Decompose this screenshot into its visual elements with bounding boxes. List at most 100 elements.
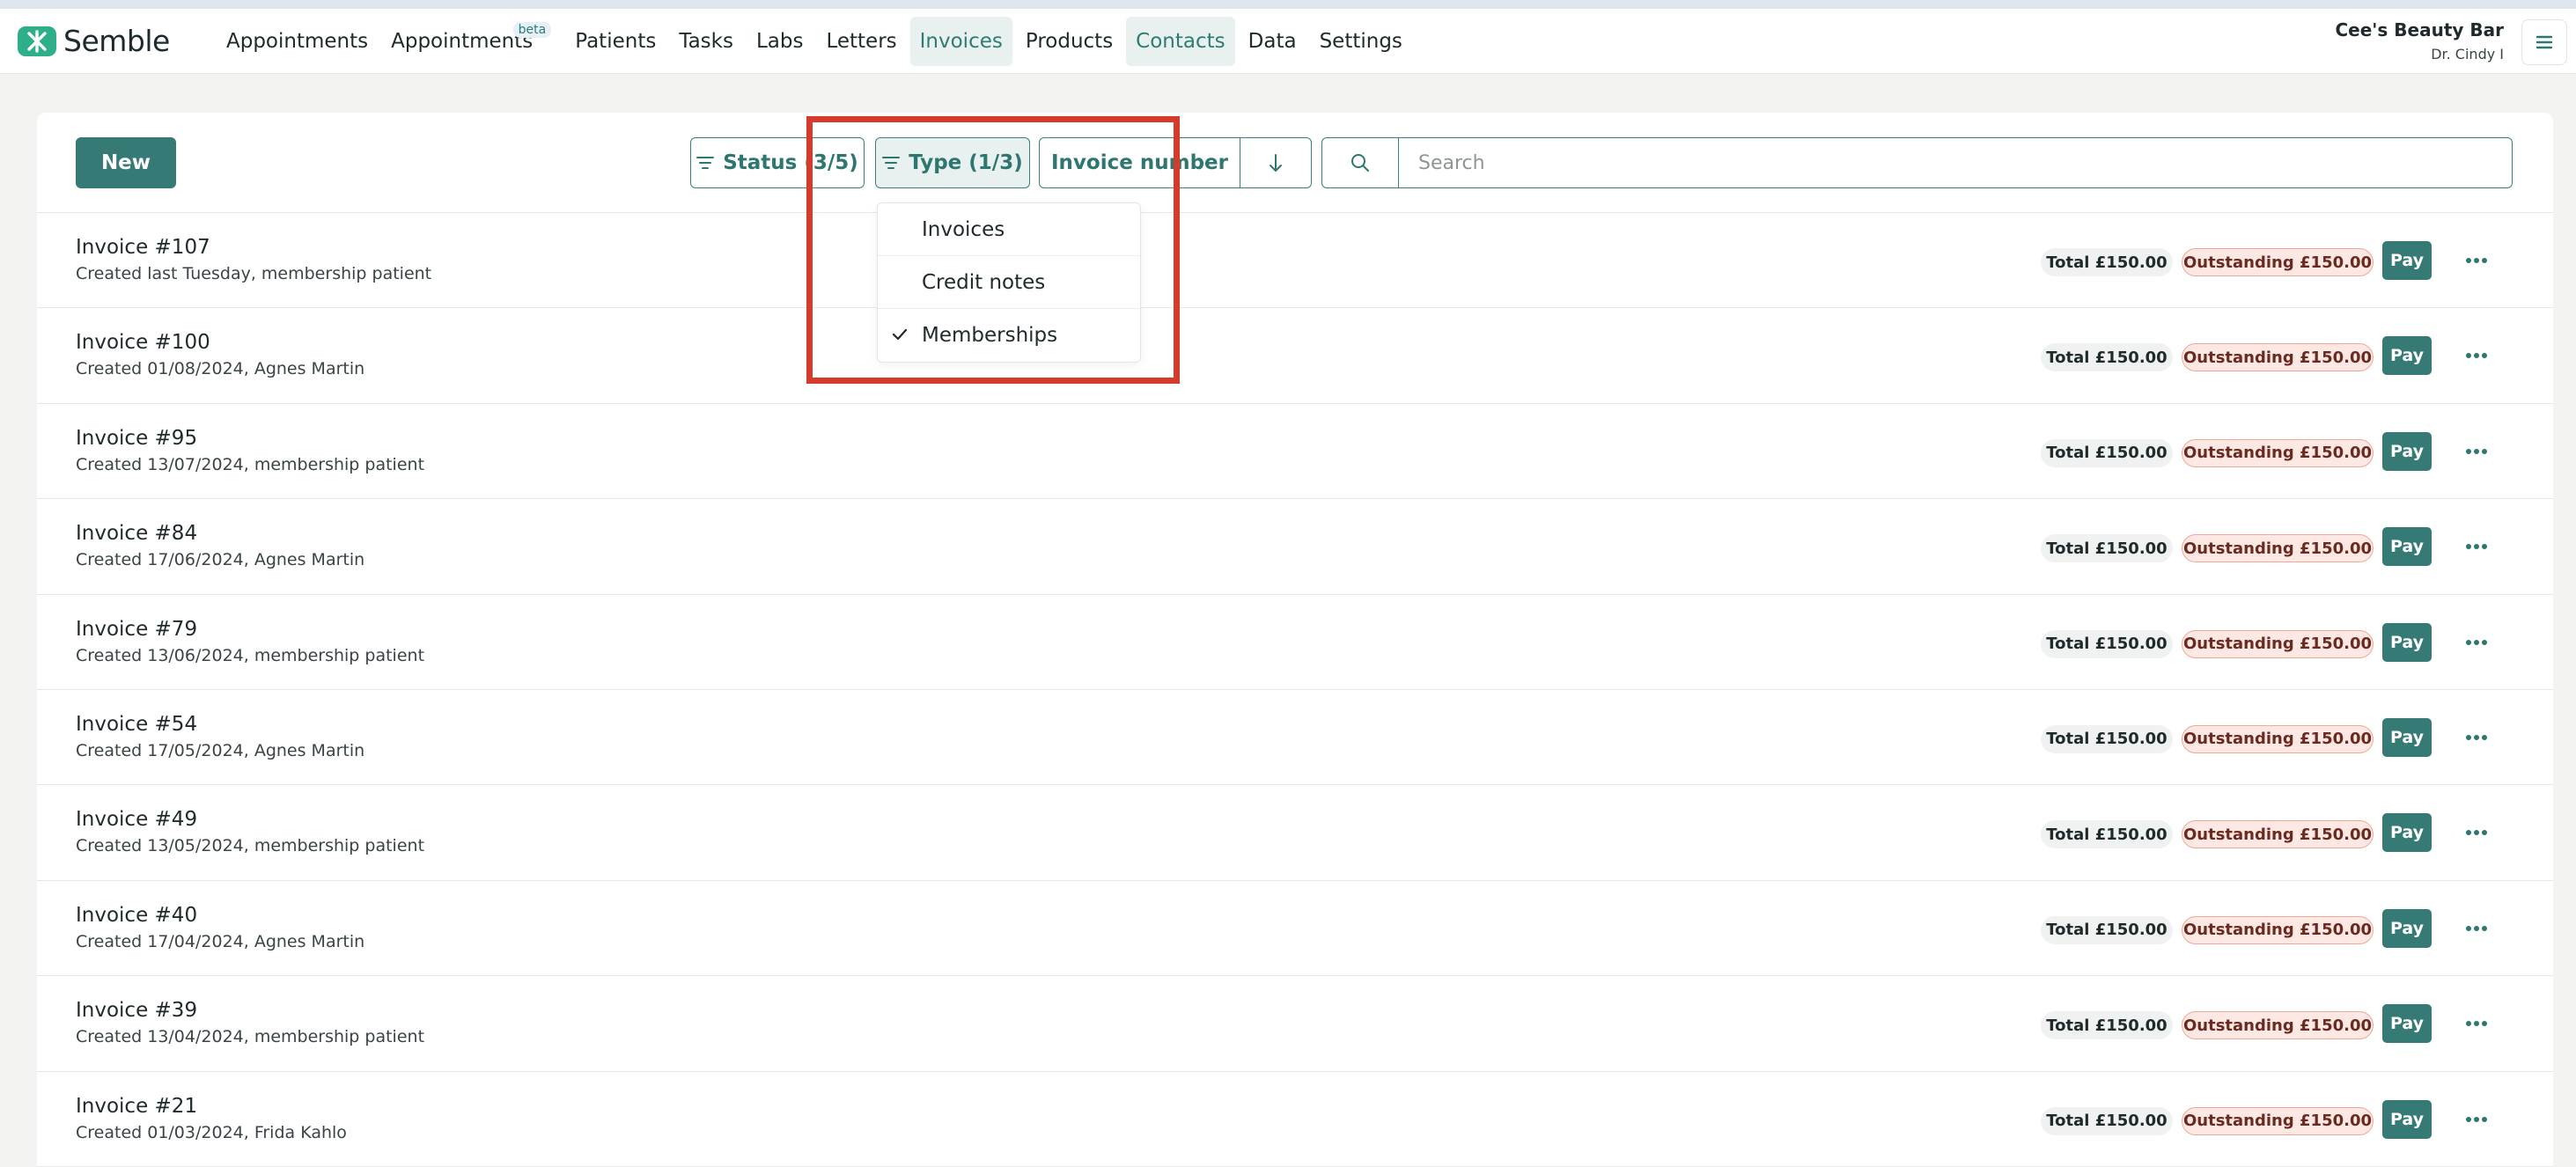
outstanding-badge: Outstanding £150.00 [2182, 1106, 2374, 1135]
search-icon [1351, 154, 1369, 172]
nav-item-letters[interactable]: Letters [816, 17, 906, 66]
nav-item-contacts[interactable]: Contacts [1126, 17, 1235, 66]
type-option-invoices[interactable]: Invoices [878, 203, 1140, 256]
search-input[interactable] [1398, 137, 2513, 188]
type-filter-button[interactable]: Type (1/3) [875, 137, 1030, 188]
more-actions-button[interactable] [2455, 241, 2499, 280]
invoice-row[interactable]: Invoice #79 Created 13/06/2024, membershi… [37, 595, 2553, 690]
invoice-title[interactable]: Invoice #100 [76, 331, 210, 354]
nav-item-settings[interactable]: Settings [1310, 17, 1412, 66]
nav-item-appointments[interactable]: Appointments [217, 17, 378, 66]
invoice-title[interactable]: Invoice #49 [76, 808, 197, 831]
top-navbar: Semble Appointments Appointments beta Patie… [0, 9, 2576, 74]
sort-direction-button[interactable] [1240, 138, 1311, 187]
invoice-subtitle: Created 13/07/2024, membership patient [76, 454, 425, 474]
account-info[interactable]: Cee's Beauty Bar Dr. Cindy I [2335, 19, 2504, 62]
more-actions-button[interactable] [2455, 1004, 2499, 1043]
outstanding-badge: Outstanding £150.00 [2182, 724, 2374, 753]
type-option-memberships[interactable]: Memberships [878, 309, 1140, 362]
nav-item-appointments-beta[interactable]: Appointments beta [381, 17, 552, 66]
sort-field-button[interactable]: Invoice number [1040, 138, 1240, 187]
invoice-row[interactable]: Invoice #100 Created 01/08/2024, Agnes Ma… [37, 308, 2553, 404]
nav-item-label: Data [1248, 30, 1297, 53]
search-button[interactable] [1321, 137, 1399, 188]
more-actions-button[interactable] [2455, 909, 2499, 948]
sort-control: Invoice number [1039, 137, 1312, 188]
account-business-name: Cee's Beauty Bar [2335, 19, 2504, 40]
pay-button[interactable]: Pay [2382, 1004, 2432, 1044]
invoice-row[interactable]: Invoice #84 Created 17/06/2024, Agnes Mar… [37, 499, 2553, 595]
ellipsis-icon [2466, 258, 2487, 263]
pay-button[interactable]: Pay [2382, 336, 2432, 376]
invoice-title[interactable]: Invoice #95 [76, 427, 197, 450]
ellipsis-icon [2466, 1021, 2487, 1027]
more-actions-button[interactable] [2455, 1100, 2499, 1139]
invoice-row[interactable]: Invoice #39 Created 13/04/2024, membershi… [37, 976, 2553, 1072]
status-filter-label: Status (3/5) [723, 151, 858, 174]
new-invoice-button[interactable]: New [76, 137, 176, 188]
invoice-subtitle: Created 17/06/2024, Agnes Martin [76, 550, 365, 570]
ellipsis-icon [2466, 830, 2487, 836]
nav-item-data[interactable]: Data [1239, 17, 1306, 66]
invoice-title[interactable]: Invoice #107 [76, 236, 210, 259]
invoice-row[interactable]: Invoice #54 Created 17/05/2024, Agnes Mar… [37, 690, 2553, 786]
invoice-row[interactable]: Invoice #40 Created 17/04/2024, Agnes Mar… [37, 881, 2553, 977]
nav-item-label: Products [1025, 30, 1114, 53]
invoice-title[interactable]: Invoice #21 [76, 1095, 197, 1118]
nav-item-label: Appointments [226, 30, 369, 53]
pay-button[interactable]: Pay [2382, 908, 2432, 948]
invoice-row[interactable]: Invoice #21 Created 01/03/2024, Frida Kah… [37, 1072, 2553, 1167]
total-badge: Total £150.00 [2041, 1011, 2173, 1040]
total-badge: Total £150.00 [2041, 820, 2173, 849]
invoice-title[interactable]: Invoice #39 [76, 999, 197, 1022]
nav-item-labs[interactable]: Labs [747, 17, 813, 66]
pay-button[interactable]: Pay [2382, 431, 2432, 471]
pay-button[interactable]: Pay [2382, 241, 2432, 280]
total-badge: Total £150.00 [2041, 534, 2173, 563]
invoice-title[interactable]: Invoice #84 [76, 522, 197, 545]
pay-button[interactable]: Pay [2382, 813, 2432, 853]
type-option-credit-notes[interactable]: Credit notes [878, 256, 1140, 309]
total-badge: Total £150.00 [2041, 1106, 2173, 1135]
pay-button[interactable]: Pay [2382, 622, 2432, 662]
hamburger-menu-button[interactable] [2521, 19, 2567, 65]
invoice-title[interactable]: Invoice #40 [76, 904, 197, 927]
invoice-list: Invoice #107 Created last Tuesday, member… [37, 213, 2553, 1167]
invoice-row[interactable]: Invoice #107 Created last Tuesday, member… [37, 213, 2553, 309]
outstanding-badge: Outstanding £150.00 [2182, 629, 2374, 658]
outstanding-badge: Outstanding £150.00 [2182, 820, 2374, 849]
pay-button[interactable]: Pay [2382, 1099, 2432, 1139]
pay-button[interactable]: Pay [2382, 717, 2432, 757]
more-actions-button[interactable] [2455, 432, 2499, 471]
total-badge: Total £150.00 [2041, 438, 2173, 467]
outstanding-badge: Outstanding £150.00 [2182, 915, 2374, 944]
more-actions-button[interactable] [2455, 623, 2499, 662]
beta-badge: beta [512, 22, 552, 38]
outstanding-badge: Outstanding £150.00 [2182, 248, 2374, 276]
invoice-subtitle: Created 13/06/2024, membership patient [76, 645, 425, 665]
outstanding-badge: Outstanding £150.00 [2182, 534, 2374, 563]
nav-item-tasks[interactable]: Tasks [669, 17, 743, 66]
status-filter-button[interactable]: Status (3/5) [690, 137, 865, 188]
invoice-row[interactable]: Invoice #95 Created 13/07/2024, membershi… [37, 404, 2553, 500]
nav-item-patients[interactable]: Patients [565, 17, 666, 66]
invoice-title[interactable]: Invoice #54 [76, 713, 197, 736]
outstanding-badge: Outstanding £150.00 [2182, 343, 2374, 372]
invoice-subtitle: Created 13/04/2024, membership patient [76, 1027, 425, 1047]
logo[interactable]: Semble [18, 24, 170, 58]
more-actions-button[interactable] [2455, 813, 2499, 852]
filter-icon [696, 157, 715, 169]
invoice-row[interactable]: Invoice #49 Created 13/05/2024, membershi… [37, 785, 2553, 881]
ellipsis-icon [2466, 448, 2487, 454]
arrow-down-icon [1270, 154, 1282, 172]
outstanding-badge: Outstanding £150.00 [2182, 438, 2374, 467]
nav-item-products[interactable]: Products [1016, 17, 1122, 66]
nav-item-invoices[interactable]: Invoices [909, 17, 1012, 66]
more-actions-button[interactable] [2455, 718, 2499, 757]
invoice-title[interactable]: Invoice #79 [76, 618, 197, 641]
more-actions-button[interactable] [2455, 336, 2499, 375]
ellipsis-icon [2466, 353, 2487, 359]
pay-button[interactable]: Pay [2382, 527, 2432, 567]
more-actions-button[interactable] [2455, 527, 2499, 566]
invoice-subtitle: Created 01/08/2024, Agnes Martin [76, 359, 365, 379]
